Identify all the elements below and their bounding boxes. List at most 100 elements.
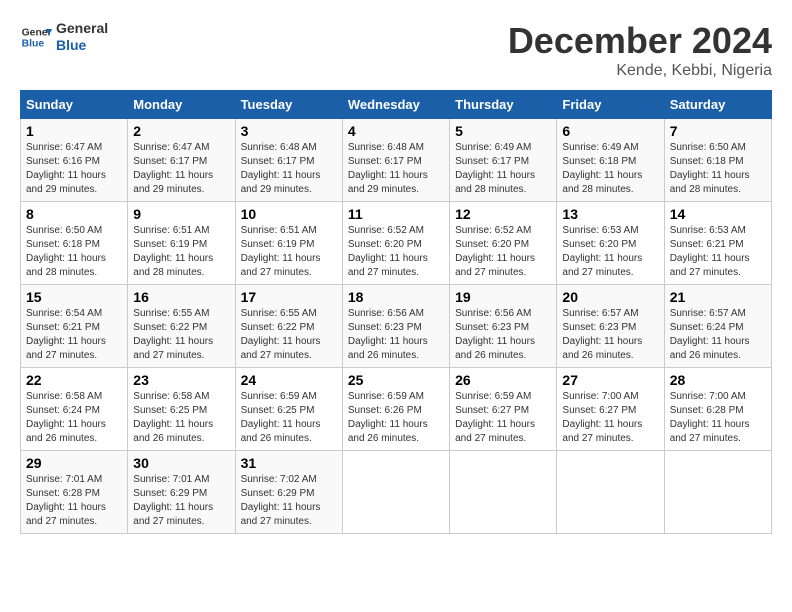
day-number: 26 [455,372,551,388]
day-info: Sunrise: 6:59 AMSunset: 6:26 PMDaylight:… [348,390,444,446]
day-number: 1 [26,123,122,139]
day-info: Sunrise: 6:53 AMSunset: 6:21 PMDaylight:… [670,224,766,280]
day-number: 21 [670,289,766,305]
day-number: 5 [455,123,551,139]
day-number: 17 [241,289,337,305]
header-saturday: Saturday [664,91,771,119]
day-info: Sunrise: 6:48 AMSunset: 6:17 PMDaylight:… [348,141,444,197]
day-info: Sunrise: 7:02 AMSunset: 6:29 PMDaylight:… [241,473,337,529]
header-sunday: Sunday [21,91,128,119]
day-number: 14 [670,206,766,222]
svg-text:Blue: Blue [22,38,45,49]
day-info: Sunrise: 6:47 AMSunset: 6:16 PMDaylight:… [26,141,122,197]
day-cell: 8 Sunrise: 6:50 AMSunset: 6:18 PMDayligh… [21,202,128,285]
day-cell: 24 Sunrise: 6:59 AMSunset: 6:25 PMDaylig… [235,368,342,451]
day-cell: 9 Sunrise: 6:51 AMSunset: 6:19 PMDayligh… [128,202,235,285]
header-friday: Friday [557,91,664,119]
day-cell: 17 Sunrise: 6:55 AMSunset: 6:22 PMDaylig… [235,285,342,368]
location: Kende, Kebbi, Nigeria [508,62,772,80]
header-monday: Monday [128,91,235,119]
day-cell: 27 Sunrise: 7:00 AMSunset: 6:27 PMDaylig… [557,368,664,451]
header-wednesday: Wednesday [342,91,449,119]
week-row-2: 8 Sunrise: 6:50 AMSunset: 6:18 PMDayligh… [21,202,772,285]
day-number: 3 [241,123,337,139]
day-info: Sunrise: 6:47 AMSunset: 6:17 PMDaylight:… [133,141,229,197]
day-cell: 11 Sunrise: 6:52 AMSunset: 6:20 PMDaylig… [342,202,449,285]
day-number: 8 [26,206,122,222]
day-info: Sunrise: 6:57 AMSunset: 6:23 PMDaylight:… [562,307,658,363]
day-info: Sunrise: 6:59 AMSunset: 6:25 PMDaylight:… [241,390,337,446]
day-number: 16 [133,289,229,305]
day-cell: 4 Sunrise: 6:48 AMSunset: 6:17 PMDayligh… [342,119,449,202]
day-info: Sunrise: 6:52 AMSunset: 6:20 PMDaylight:… [455,224,551,280]
day-cell [342,451,449,534]
day-info: Sunrise: 6:55 AMSunset: 6:22 PMDaylight:… [133,307,229,363]
day-cell: 31 Sunrise: 7:02 AMSunset: 6:29 PMDaylig… [235,451,342,534]
day-cell [664,451,771,534]
day-number: 22 [26,372,122,388]
day-cell: 22 Sunrise: 6:58 AMSunset: 6:24 PMDaylig… [21,368,128,451]
day-cell: 12 Sunrise: 6:52 AMSunset: 6:20 PMDaylig… [450,202,557,285]
day-info: Sunrise: 7:00 AMSunset: 6:28 PMDaylight:… [670,390,766,446]
title-block: December 2024 Kende, Kebbi, Nigeria [508,20,772,80]
day-info: Sunrise: 6:51 AMSunset: 6:19 PMDaylight:… [241,224,337,280]
day-cell: 13 Sunrise: 6:53 AMSunset: 6:20 PMDaylig… [557,202,664,285]
day-cell: 23 Sunrise: 6:58 AMSunset: 6:25 PMDaylig… [128,368,235,451]
day-number: 24 [241,372,337,388]
day-number: 13 [562,206,658,222]
day-cell: 7 Sunrise: 6:50 AMSunset: 6:18 PMDayligh… [664,119,771,202]
day-info: Sunrise: 6:50 AMSunset: 6:18 PMDaylight:… [26,224,122,280]
day-info: Sunrise: 6:50 AMSunset: 6:18 PMDaylight:… [670,141,766,197]
day-number: 18 [348,289,444,305]
day-number: 25 [348,372,444,388]
page-header: General Blue General Blue December 2024 … [20,20,772,80]
day-number: 12 [455,206,551,222]
day-info: Sunrise: 6:52 AMSunset: 6:20 PMDaylight:… [348,224,444,280]
day-info: Sunrise: 7:01 AMSunset: 6:28 PMDaylight:… [26,473,122,529]
day-info: Sunrise: 6:49 AMSunset: 6:18 PMDaylight:… [562,141,658,197]
day-number: 9 [133,206,229,222]
day-cell: 14 Sunrise: 6:53 AMSunset: 6:21 PMDaylig… [664,202,771,285]
day-info: Sunrise: 6:56 AMSunset: 6:23 PMDaylight:… [348,307,444,363]
day-number: 7 [670,123,766,139]
day-number: 15 [26,289,122,305]
header-tuesday: Tuesday [235,91,342,119]
day-number: 31 [241,455,337,471]
day-cell: 16 Sunrise: 6:55 AMSunset: 6:22 PMDaylig… [128,285,235,368]
day-info: Sunrise: 6:56 AMSunset: 6:23 PMDaylight:… [455,307,551,363]
day-cell: 20 Sunrise: 6:57 AMSunset: 6:23 PMDaylig… [557,285,664,368]
day-info: Sunrise: 7:01 AMSunset: 6:29 PMDaylight:… [133,473,229,529]
day-cell: 15 Sunrise: 6:54 AMSunset: 6:21 PMDaylig… [21,285,128,368]
day-cell: 6 Sunrise: 6:49 AMSunset: 6:18 PMDayligh… [557,119,664,202]
day-cell [450,451,557,534]
logo: General Blue General Blue [20,20,108,54]
day-info: Sunrise: 6:58 AMSunset: 6:25 PMDaylight:… [133,390,229,446]
day-info: Sunrise: 6:53 AMSunset: 6:20 PMDaylight:… [562,224,658,280]
day-cell: 10 Sunrise: 6:51 AMSunset: 6:19 PMDaylig… [235,202,342,285]
day-cell: 30 Sunrise: 7:01 AMSunset: 6:29 PMDaylig… [128,451,235,534]
week-row-5: 29 Sunrise: 7:01 AMSunset: 6:28 PMDaylig… [21,451,772,534]
day-number: 23 [133,372,229,388]
day-info: Sunrise: 6:54 AMSunset: 6:21 PMDaylight:… [26,307,122,363]
day-number: 19 [455,289,551,305]
day-info: Sunrise: 6:49 AMSunset: 6:17 PMDaylight:… [455,141,551,197]
day-info: Sunrise: 6:58 AMSunset: 6:24 PMDaylight:… [26,390,122,446]
day-info: Sunrise: 6:48 AMSunset: 6:17 PMDaylight:… [241,141,337,197]
day-number: 11 [348,206,444,222]
day-number: 20 [562,289,658,305]
day-cell: 2 Sunrise: 6:47 AMSunset: 6:17 PMDayligh… [128,119,235,202]
day-number: 2 [133,123,229,139]
day-number: 29 [26,455,122,471]
day-cell: 5 Sunrise: 6:49 AMSunset: 6:17 PMDayligh… [450,119,557,202]
day-cell: 18 Sunrise: 6:56 AMSunset: 6:23 PMDaylig… [342,285,449,368]
day-number: 28 [670,372,766,388]
day-cell: 29 Sunrise: 7:01 AMSunset: 6:28 PMDaylig… [21,451,128,534]
day-cell: 28 Sunrise: 7:00 AMSunset: 6:28 PMDaylig… [664,368,771,451]
week-row-1: 1 Sunrise: 6:47 AMSunset: 6:16 PMDayligh… [21,119,772,202]
week-row-3: 15 Sunrise: 6:54 AMSunset: 6:21 PMDaylig… [21,285,772,368]
week-row-4: 22 Sunrise: 6:58 AMSunset: 6:24 PMDaylig… [21,368,772,451]
day-info: Sunrise: 6:59 AMSunset: 6:27 PMDaylight:… [455,390,551,446]
day-number: 27 [562,372,658,388]
day-cell: 21 Sunrise: 6:57 AMSunset: 6:24 PMDaylig… [664,285,771,368]
day-info: Sunrise: 6:51 AMSunset: 6:19 PMDaylight:… [133,224,229,280]
